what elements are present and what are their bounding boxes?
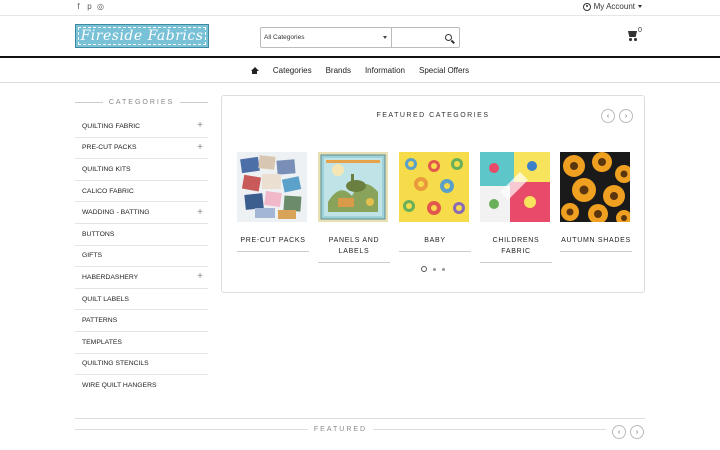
category-tile-label: PANELS AND LABELS: [328, 237, 380, 255]
search-button[interactable]: [437, 28, 459, 47]
featured-next-button[interactable]: ›: [630, 425, 644, 439]
chevron-down-icon: [383, 36, 387, 39]
my-account-menu[interactable]: My Account: [582, 2, 642, 11]
featured-categories-panel: FEATURED CATEGORIES ‹ › PRE-CUT PACKS PA…: [221, 95, 645, 293]
user-icon: [582, 2, 591, 11]
search-category-value: All Categories: [264, 34, 305, 41]
carousel-pagination: [222, 266, 644, 272]
sidebar-item-label: WADDING - BATTING: [82, 209, 150, 217]
sidebar-item-label: GIFTS: [82, 252, 103, 260]
search-bar: All Categories: [260, 27, 460, 48]
sidebar-item-patterns[interactable]: PATTERNS: [75, 310, 208, 332]
sidebar-item-quilt-labels[interactable]: QUILT LABELS: [75, 289, 208, 311]
sidebar-item-label: CALICO FABRIC: [82, 187, 134, 195]
sidebar-item-label: QUILT LABELS: [82, 295, 129, 303]
baby-image: [399, 152, 469, 222]
categories-heading: CATEGORIES: [75, 97, 209, 107]
sidebar-item-quilting-kits[interactable]: QUILTING KITS: [75, 159, 208, 181]
home-icon[interactable]: [250, 66, 259, 74]
category-tile-label: AUTUMN SHADES: [561, 237, 631, 244]
carousel-dot-3[interactable]: [442, 267, 445, 271]
divider: [480, 262, 552, 263]
featured-heading: FEATURED: [75, 426, 606, 433]
sidebar-item-gifts[interactable]: GIFTS: [75, 246, 208, 268]
logo-text: Fireside Fabrics: [80, 28, 204, 44]
sidebar-item-quilting-stencils[interactable]: QUILTING STENCILS: [75, 354, 208, 376]
sidebar-item-buttons[interactable]: BUTTONS: [75, 224, 208, 246]
panels-and-labels-image: [318, 152, 388, 222]
nav-item-brands[interactable]: Brands: [326, 66, 351, 75]
categories-heading-text: CATEGORIES: [108, 98, 175, 106]
category-tile-autumn-shades[interactable]: AUTUMN SHADES: [560, 152, 632, 252]
sidebar-item-label: HABERDASHERY: [82, 273, 139, 281]
carousel-prev-button[interactable]: ‹: [601, 109, 615, 123]
chevron-down-icon: [638, 5, 642, 8]
divider: [0, 82, 720, 83]
category-tile-label: PRE-CUT PACKS: [240, 237, 306, 244]
carousel-dot-2[interactable]: [433, 267, 436, 271]
category-carousel: PRE-CUT PACKS PANELS AND LABELS BABY CHI…: [236, 152, 636, 264]
divider: [399, 251, 471, 252]
category-tile-pre-cut-packs[interactable]: PRE-CUT PACKS: [237, 152, 309, 252]
instagram-icon[interactable]: ◎: [97, 2, 104, 11]
divider: [560, 251, 632, 252]
search-input[interactable]: [392, 28, 437, 47]
site-logo[interactable]: Fireside Fabrics: [75, 24, 209, 48]
sidebar-item-label: BUTTONS: [82, 230, 115, 238]
cart-icon[interactable]: [627, 31, 638, 41]
autumn-shades-image: [560, 152, 630, 222]
expand-icon[interactable]: +: [197, 142, 203, 153]
category-tile-label: CHILDRENS FABRIC: [492, 237, 540, 255]
expand-icon[interactable]: +: [197, 272, 203, 282]
sidebar-item-pre-cut-packs[interactable]: PRE-CUT PACKS +: [75, 138, 208, 160]
sidebar-item-templates[interactable]: TEMPLATES: [75, 332, 208, 354]
divider: [75, 418, 645, 419]
category-tile-label: BABY: [424, 237, 446, 244]
sidebar-item-label: QUILTING KITS: [82, 165, 131, 173]
sidebar-item-haberdashery[interactable]: HABERDASHERY +: [75, 267, 208, 289]
sidebar-item-wadding-batting[interactable]: WADDING - BATTING +: [75, 202, 208, 224]
cart-count: 0: [638, 27, 642, 34]
sidebar-item-label: PATTERNS: [82, 317, 118, 325]
carousel-dot-1[interactable]: [421, 266, 427, 272]
search-category-select[interactable]: All Categories: [261, 28, 392, 47]
divider: [318, 262, 390, 263]
sidebar-item-calico-fabric[interactable]: CALICO FABRIC: [75, 181, 208, 203]
main-nav: Categories Brands Information Special Of…: [0, 58, 720, 82]
carousel-next-button[interactable]: ›: [619, 109, 633, 123]
expand-icon[interactable]: +: [197, 207, 203, 218]
childrens-fabric-image: [480, 152, 550, 222]
pre-cut-packs-image: [237, 152, 307, 222]
divider: [0, 15, 720, 16]
category-list: QUILTING FABRIC + PRE-CUT PACKS + QUILTING…: [75, 116, 208, 397]
logo-frame: Fireside Fabrics: [78, 27, 206, 45]
featured-prev-button[interactable]: ‹: [612, 425, 626, 439]
sidebar-item-label: QUILTING FABRIC: [82, 122, 141, 130]
my-account-label: My Account: [593, 2, 635, 11]
facebook-icon[interactable]: f: [75, 2, 82, 11]
featured-categories-title: FEATURED CATEGORIES: [376, 112, 490, 119]
category-tile-panels-and-labels[interactable]: PANELS AND LABELS: [318, 152, 390, 263]
sidebar-item-label: WIRE QUILT HANGERS: [82, 382, 157, 390]
sidebar-item-label: QUILTING STENCILS: [82, 360, 149, 368]
featured-heading-text: FEATURED: [313, 426, 368, 433]
top-bar: f p ◎ My Account: [0, 0, 720, 15]
expand-icon[interactable]: +: [197, 121, 203, 131]
nav-item-special-offers[interactable]: Special Offers: [419, 66, 469, 75]
category-tile-childrens-fabric[interactable]: CHILDRENS FABRIC: [480, 152, 552, 263]
divider: [237, 251, 309, 252]
pinterest-icon[interactable]: p: [86, 2, 93, 11]
sidebar-item-wire-quilt-hangers[interactable]: WIRE QUILT HANGERS: [75, 375, 208, 397]
search-icon: [444, 34, 452, 41]
nav-item-categories[interactable]: Categories: [273, 66, 312, 75]
sidebar-item-quilting-fabric[interactable]: QUILTING FABRIC +: [75, 116, 208, 138]
sidebar-item-label: TEMPLATES: [82, 338, 122, 346]
social-links: f p ◎: [75, 2, 104, 11]
nav-item-information[interactable]: Information: [365, 66, 405, 75]
sidebar-item-label: PRE-CUT PACKS: [82, 144, 137, 152]
category-tile-baby[interactable]: BABY: [399, 152, 471, 252]
